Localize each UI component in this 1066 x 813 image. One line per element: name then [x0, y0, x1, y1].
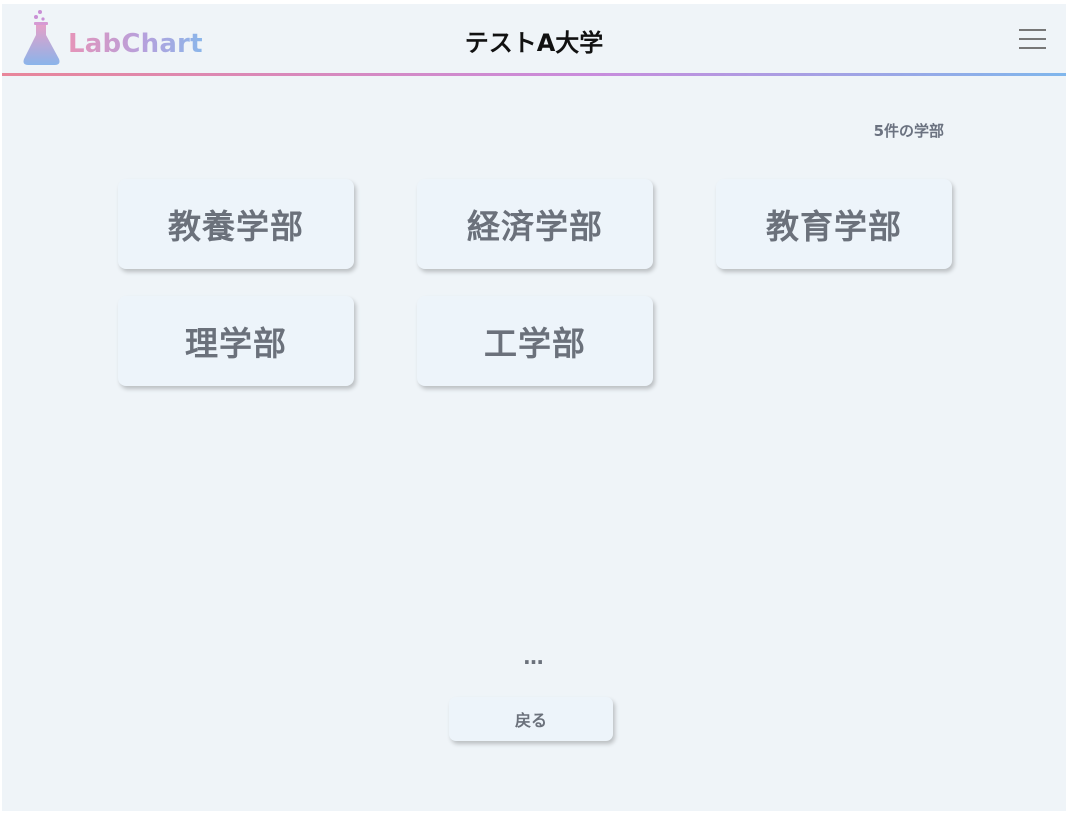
header-divider [2, 73, 1066, 76]
back-button[interactable]: 戻る [449, 697, 613, 741]
faculty-card-liberal-arts[interactable]: 教養学部 [118, 179, 354, 269]
faculty-card-engineering[interactable]: 工学部 [417, 296, 653, 386]
faculty-card-science[interactable]: 理学部 [118, 296, 354, 386]
hamburger-menu-icon[interactable] [1016, 26, 1048, 54]
app-frame: LabChart テストA大学 5件の学部 教養学部 経済学部 教育学部 理学部… [2, 4, 1066, 811]
app-header: LabChart テストA大学 [2, 4, 1066, 74]
menu-bar [1019, 47, 1046, 49]
pagination-ellipsis: … [523, 645, 545, 669]
page-title: テストA大学 [464, 29, 604, 57]
menu-bar [1019, 29, 1046, 31]
menu-bar [1019, 38, 1046, 40]
faculty-card-economics[interactable]: 経済学部 [417, 179, 653, 269]
faculty-count: 5件の学部 [873, 122, 944, 140]
faculty-card-education[interactable]: 教育学部 [716, 179, 952, 269]
